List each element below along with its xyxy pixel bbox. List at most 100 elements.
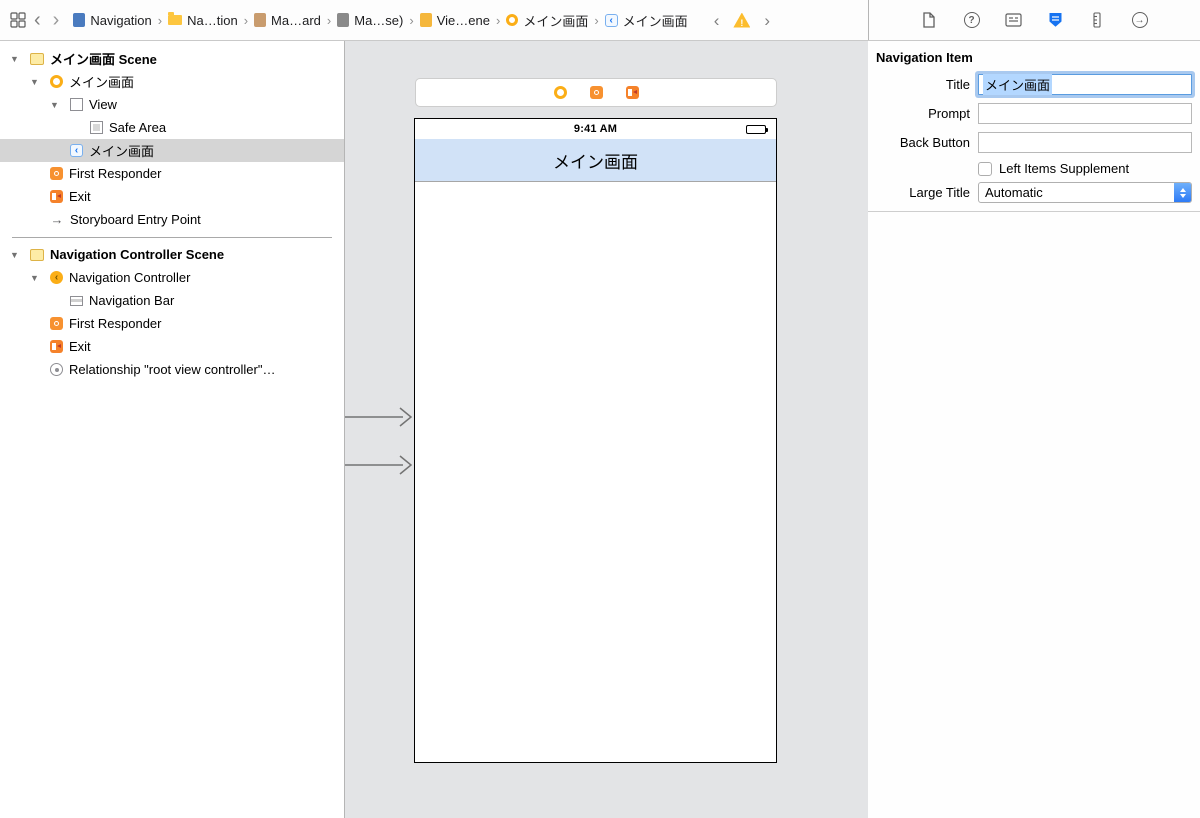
disclosure-triangle[interactable]: ▼: [10, 250, 30, 260]
large-title-popup[interactable]: Automatic: [978, 182, 1192, 203]
file-inspector-icon[interactable]: [920, 10, 940, 30]
scene-dock: [415, 78, 777, 107]
outline-row-view-controller[interactable]: ▼ メイン画面: [0, 70, 344, 93]
view-controller-preview[interactable]: 9:41 AM メイン画面: [414, 118, 777, 763]
exit-icon[interactable]: [625, 86, 639, 99]
outline-row-safe-area[interactable]: Safe Area: [0, 116, 344, 139]
back-button-label: Back Button: [899, 135, 970, 150]
navigation-bar-preview[interactable]: メイン画面: [415, 139, 776, 182]
outline-row-exit-2[interactable]: Exit: [0, 335, 344, 358]
toolbar: ‹ › Navigation › Na…tion › Ma…ard › Ma…s…: [0, 0, 1200, 41]
view-icon: [70, 98, 83, 111]
breadcrumb-item-project[interactable]: Navigation: [71, 13, 153, 28]
view-controller-icon: [506, 14, 519, 26]
attributes-inspector-icon[interactable]: [1046, 10, 1066, 30]
outline-row-view[interactable]: ▼ View: [0, 93, 344, 116]
connections-inspector-icon[interactable]: →: [1130, 10, 1150, 30]
status-time: 9:41 AM: [573, 123, 618, 135]
back-button-field[interactable]: [978, 132, 1192, 153]
identity-inspector-icon[interactable]: [1004, 10, 1024, 30]
title-label: Title: [945, 77, 970, 92]
outline-row-nav-controller-scene[interactable]: ▼ Navigation Controller Scene: [0, 243, 344, 266]
next-issue-icon[interactable]: ›: [758, 12, 776, 29]
left-items-checkbox[interactable]: [978, 161, 992, 176]
outline-row-first-responder[interactable]: First Responder: [0, 162, 344, 185]
scene-doc-icon: [419, 13, 432, 27]
entry-point-arrow[interactable]: [345, 452, 415, 478]
inspector-section-title: Navigation Item: [876, 50, 973, 65]
disclosure-triangle[interactable]: ▼: [10, 54, 30, 64]
title-field-value: メイン画面: [983, 74, 1053, 95]
breadcrumb: Navigation › Na…tion › Ma…ard › Ma…se) ›: [71, 11, 689, 30]
relationship-icon: [50, 363, 63, 376]
outline-row-relationship[interactable]: Relationship "root view controller"…: [0, 358, 344, 381]
first-responder-icon[interactable]: [589, 86, 603, 99]
left-items-label: Left Items Supplement: [999, 161, 1130, 176]
document-outline: ▼ メイン画面 Scene ▼ メイン画面 ▼ View Safe Area ‹…: [0, 41, 345, 818]
large-title-value: Automatic: [985, 185, 1043, 200]
breadcrumb-item-navigation-item[interactable]: ‹ メイン画面: [603, 11, 690, 30]
outline-row-exit[interactable]: Exit: [0, 185, 344, 208]
outline-row-main-scene[interactable]: ▼ メイン画面 Scene: [0, 47, 344, 70]
battery-icon: [746, 125, 768, 134]
breadcrumb-separator: ›: [157, 12, 163, 28]
issue-navigation: ‹ ! ›: [708, 12, 776, 29]
back-button-row: Back Button: [868, 132, 1192, 153]
storyboard-file-icon: [254, 13, 267, 27]
size-inspector-icon[interactable]: [1088, 10, 1108, 30]
base-file-icon: [337, 13, 350, 27]
project-file-icon: [73, 13, 86, 27]
left-items-row: Left Items Supplement: [868, 161, 1192, 176]
forward-chevron-icon[interactable]: ›: [47, 10, 66, 30]
outline-row-navigation-item[interactable]: ‹ メイン画面: [0, 139, 344, 162]
breadcrumb-separator: ›: [326, 12, 332, 28]
outline-row-first-responder-2[interactable]: First Responder: [0, 312, 344, 335]
navigation-controller-icon: ‹: [50, 271, 63, 284]
title-field[interactable]: メイン画面: [978, 74, 1192, 95]
view-preview[interactable]: [415, 182, 776, 762]
disclosure-triangle[interactable]: ▼: [30, 77, 50, 87]
inspector-toolbar: ? →: [869, 0, 1200, 40]
outline-row-navigation-bar[interactable]: Navigation Bar: [0, 289, 344, 312]
previous-issue-icon[interactable]: ‹: [708, 12, 726, 29]
back-chevron-icon[interactable]: ‹: [28, 10, 47, 30]
prompt-row: Prompt: [868, 103, 1192, 124]
disclosure-triangle[interactable]: ▼: [30, 273, 50, 283]
safe-area-icon: [90, 121, 103, 134]
scene-icon: [30, 248, 44, 261]
main-area: ▼ メイン画面 Scene ▼ メイン画面 ▼ View Safe Area ‹…: [0, 41, 1200, 818]
scene-divider: [12, 237, 332, 238]
xcode-window: ‹ › Navigation › Na…tion › Ma…ard › Ma…s…: [0, 0, 1200, 818]
view-controller-icon[interactable]: [553, 86, 567, 99]
outline-row-entry-point[interactable]: → Storyboard Entry Point: [0, 208, 344, 231]
navigation-item-icon: ‹: [604, 13, 618, 27]
navigation-bar-icon: [70, 295, 83, 306]
prompt-label: Prompt: [928, 106, 970, 121]
warning-icon[interactable]: !: [733, 12, 751, 28]
inspector-divider: [868, 211, 1200, 212]
breadcrumb-item-scene[interactable]: Vie…ene: [418, 13, 492, 28]
prompt-field[interactable]: [978, 103, 1192, 124]
disclosure-triangle[interactable]: ▼: [50, 100, 70, 110]
storyboard-canvas[interactable]: 9:41 AM メイン画面: [345, 41, 868, 818]
navigation-title: メイン画面: [553, 152, 638, 172]
exit-icon: [50, 340, 63, 353]
title-row: Title メイン画面: [868, 74, 1192, 95]
outline-row-navigation-controller[interactable]: ▼ ‹ Navigation Controller: [0, 266, 344, 289]
breadcrumb-item-view-controller[interactable]: メイン画面: [504, 11, 590, 30]
view-controller-icon: [50, 75, 63, 88]
relationship-arrow[interactable]: [345, 404, 415, 430]
attributes-inspector-panel: Navigation Item Title メイン画面 Prompt Back …: [868, 41, 1200, 818]
quick-help-icon[interactable]: ?: [962, 10, 982, 30]
large-title-row: Large Title Automatic: [868, 182, 1192, 203]
breadcrumb-item-group[interactable]: Na…tion: [166, 12, 240, 28]
first-responder-icon: [50, 317, 63, 330]
breadcrumb-item-base[interactable]: Ma…se): [335, 13, 405, 28]
exit-icon: [50, 190, 63, 203]
breadcrumb-separator: ›: [495, 12, 501, 28]
folder-icon: [168, 12, 183, 25]
breadcrumb-item-storyboard[interactable]: Ma…ard: [252, 13, 323, 28]
large-title-label: Large Title: [909, 185, 970, 200]
related-items-icon[interactable]: [8, 10, 28, 30]
status-bar: 9:41 AM: [415, 119, 776, 139]
